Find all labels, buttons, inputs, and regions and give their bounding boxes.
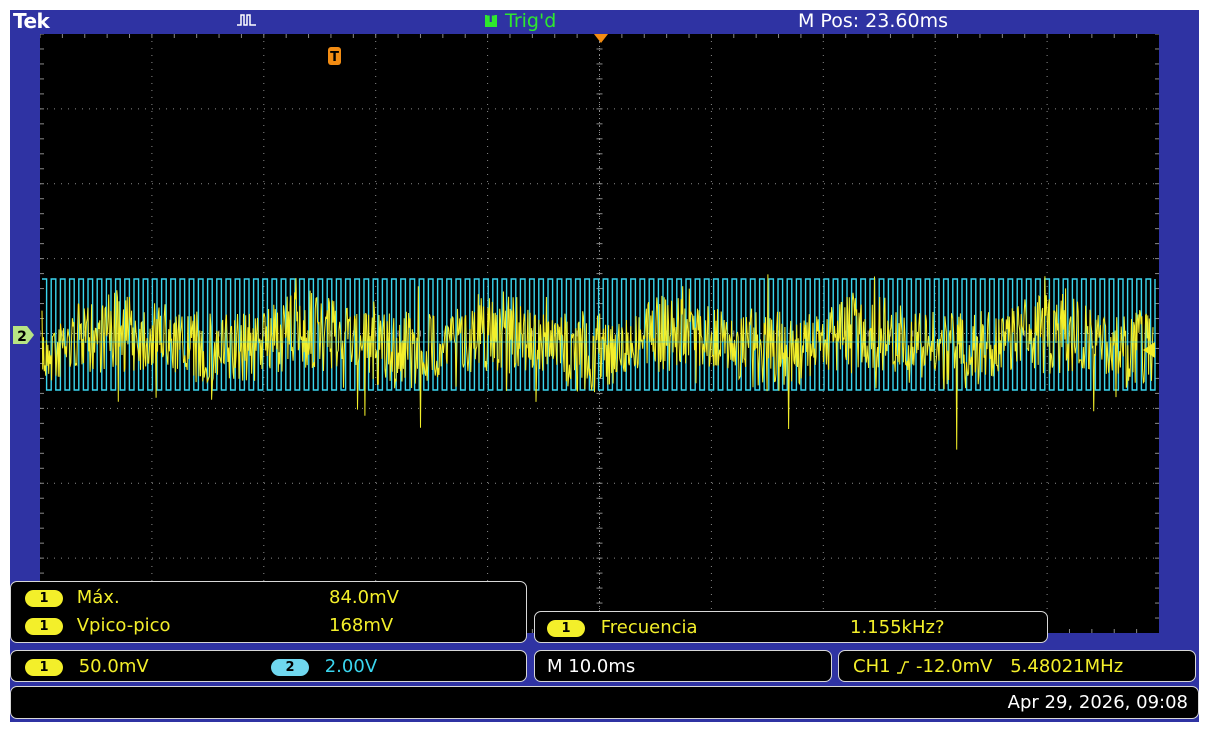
ch1-badge: 1 [25, 589, 63, 607]
ch2-scale-readout[interactable]: 2 2.00V [271, 656, 377, 677]
trigger-panel[interactable]: CH1 -12.0mV 5.48021MHz [838, 650, 1196, 682]
trigger-status-text: Trig'd [505, 10, 557, 32]
date-time: Apr 29, 2026, 09:08 [1007, 692, 1188, 713]
trigger-position-marker[interactable]: T [328, 47, 341, 65]
footer-message-area [17, 691, 125, 716]
footer-bar: Apr 29, 2026, 09:08 [10, 686, 1199, 719]
measurement-value: 168mV [329, 615, 394, 636]
trigger-readout: CH1 -12.0mV 5.48021MHz [853, 656, 1123, 677]
measurement-row-max: 1 Máx. [25, 587, 120, 608]
oscilloscope-display: Tek Trig'd M Pos: 23.60ms T [10, 9, 1199, 722]
timebase-value: M 10.0ms [547, 656, 636, 677]
ch1-level-marker [1143, 342, 1155, 358]
ch1-scale-readout[interactable]: 1 50.0mV [25, 656, 149, 677]
trigger-level: -12.0mV [916, 656, 993, 677]
graticule-markers: T [328, 34, 1155, 358]
ch2-badge: 2 [271, 658, 309, 676]
brand-label: Tek [13, 9, 50, 33]
measurement-value: 84.0mV [329, 587, 399, 608]
trigger-source: CH1 [853, 656, 891, 677]
measurement-label: Vpico-pico [76, 615, 171, 636]
ch2-marker-label: 2 [17, 329, 27, 345]
trigger-center-marker [594, 34, 608, 43]
measurement-label: Frecuencia [600, 617, 698, 638]
trigger-status-icon [485, 12, 497, 27]
trigger-marker-label: T [330, 50, 339, 65]
measurement-value: 1.155kHz? [850, 617, 945, 638]
measurement-label: Máx. [76, 587, 120, 608]
ch2-scale-value: 2.00V [324, 656, 378, 677]
waveform-graticule: T [40, 34, 1159, 633]
rising-edge-icon [896, 659, 910, 675]
horizontal-position-readout: M Pos: 23.60ms [798, 10, 948, 32]
trigger-frequency: 5.48021MHz [1010, 656, 1124, 677]
timebase-panel[interactable]: M 10.0ms [534, 650, 832, 682]
vertical-scale-panel[interactable]: 1 50.0mV 2 2.00V [10, 650, 527, 682]
measurement-row-vpp: 1 Vpico-pico [25, 615, 171, 636]
measurement-panel-left[interactable]: 1 Máx. 84.0mV 1 Vpico-pico 168mV [10, 581, 527, 643]
ch1-scale-value: 50.0mV [78, 656, 149, 677]
pulse-acquire-icon [236, 11, 258, 33]
ch1-badge: 1 [25, 617, 63, 635]
measurement-panel-right[interactable]: 1 Frecuencia 1.155kHz? [534, 611, 1048, 643]
channel-ground-marker[interactable]: 2 [12, 324, 34, 345]
measurement-row-frequency: 1 Frecuencia [547, 617, 698, 638]
trigger-status: Trig'd [485, 10, 556, 32]
ch1-badge: 1 [547, 619, 585, 637]
ch1-badge: 1 [25, 658, 63, 676]
top-status-bar: Tek Trig'd M Pos: 23.60ms [10, 9, 1199, 34]
